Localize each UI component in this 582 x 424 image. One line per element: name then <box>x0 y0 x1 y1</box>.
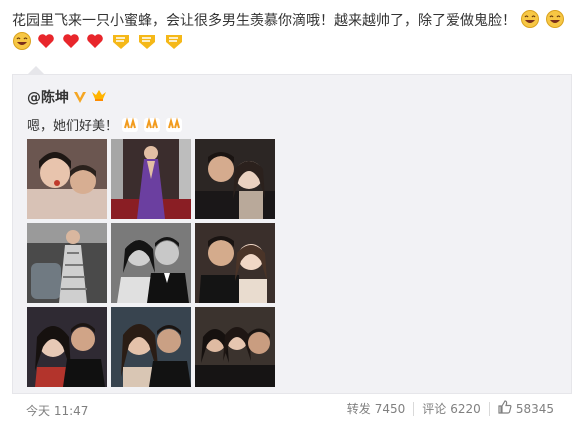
post-time[interactable]: 今天 11:47 <box>26 402 88 419</box>
laugh-emoji-icon <box>545 10 564 28</box>
laugh-emoji-icon <box>13 32 31 50</box>
laugh-emoji-icon <box>521 10 540 28</box>
photo-thumbnail[interactable] <box>111 139 191 219</box>
repost-button[interactable]: 转发 7450 <box>339 400 414 417</box>
retweet-pointer <box>28 66 44 74</box>
comment-button[interactable]: 评论 6220 <box>414 400 489 417</box>
retweet-author-link[interactable]: @陈坤 <box>27 87 69 107</box>
retweet-text-content: 嗯，她们好美！ <box>27 119 119 134</box>
post-text-content: 花园里飞来一只小蜜蜂，会让很多男生羡慕你滴哦！越来越帅了，除了爱做鬼脸！ <box>12 13 516 29</box>
photo-thumbnail[interactable] <box>195 223 275 303</box>
vip-badge-icon[interactable] <box>91 88 107 106</box>
ribbon-emoji-icon <box>137 32 157 50</box>
photo-thumbnail[interactable] <box>27 307 107 387</box>
photo-thumbnail[interactable] <box>195 139 275 219</box>
applause-emoji-icon <box>121 116 139 133</box>
photo-thumbnail[interactable] <box>27 139 107 219</box>
repost-label: 转发 <box>346 402 371 416</box>
repost-count: 7450 <box>374 401 406 416</box>
post-actions: 转发 7450 评论 6220 58345 <box>339 400 562 417</box>
photo-thumbnail[interactable] <box>27 223 107 303</box>
verified-icon <box>73 90 87 104</box>
comment-label: 评论 <box>422 402 447 416</box>
heart-emoji-icon <box>62 32 80 50</box>
retweet-text: 嗯，她们好美！ <box>27 115 184 134</box>
ribbon-emoji-icon <box>164 32 184 50</box>
photo-thumbnail[interactable] <box>111 307 191 387</box>
retweet-author-line: @陈坤 <box>27 87 107 107</box>
ribbon-emoji-icon <box>111 32 131 50</box>
like-button[interactable]: 58345 <box>490 400 562 417</box>
photo-thumbnail[interactable] <box>195 307 275 387</box>
applause-emoji-icon <box>165 116 183 133</box>
retweet-box: @陈坤 嗯，她们好美！ <box>12 74 572 394</box>
heart-emoji-icon <box>86 32 104 50</box>
post-text: 花园里飞来一只小蜜蜂，会让很多男生羡慕你滴哦！越来越帅了，除了爱做鬼脸！ <box>12 10 568 54</box>
thumbs-up-icon <box>498 400 512 417</box>
heart-emoji-icon <box>37 32 55 50</box>
photo-grid <box>27 139 275 387</box>
comment-count: 6220 <box>450 401 481 416</box>
applause-emoji-icon <box>143 116 161 133</box>
photo-thumbnail[interactable] <box>111 223 191 303</box>
like-count: 58345 <box>515 401 554 416</box>
post-footer: 今天 11:47 转发 7450 评论 6220 58345 <box>0 394 582 424</box>
